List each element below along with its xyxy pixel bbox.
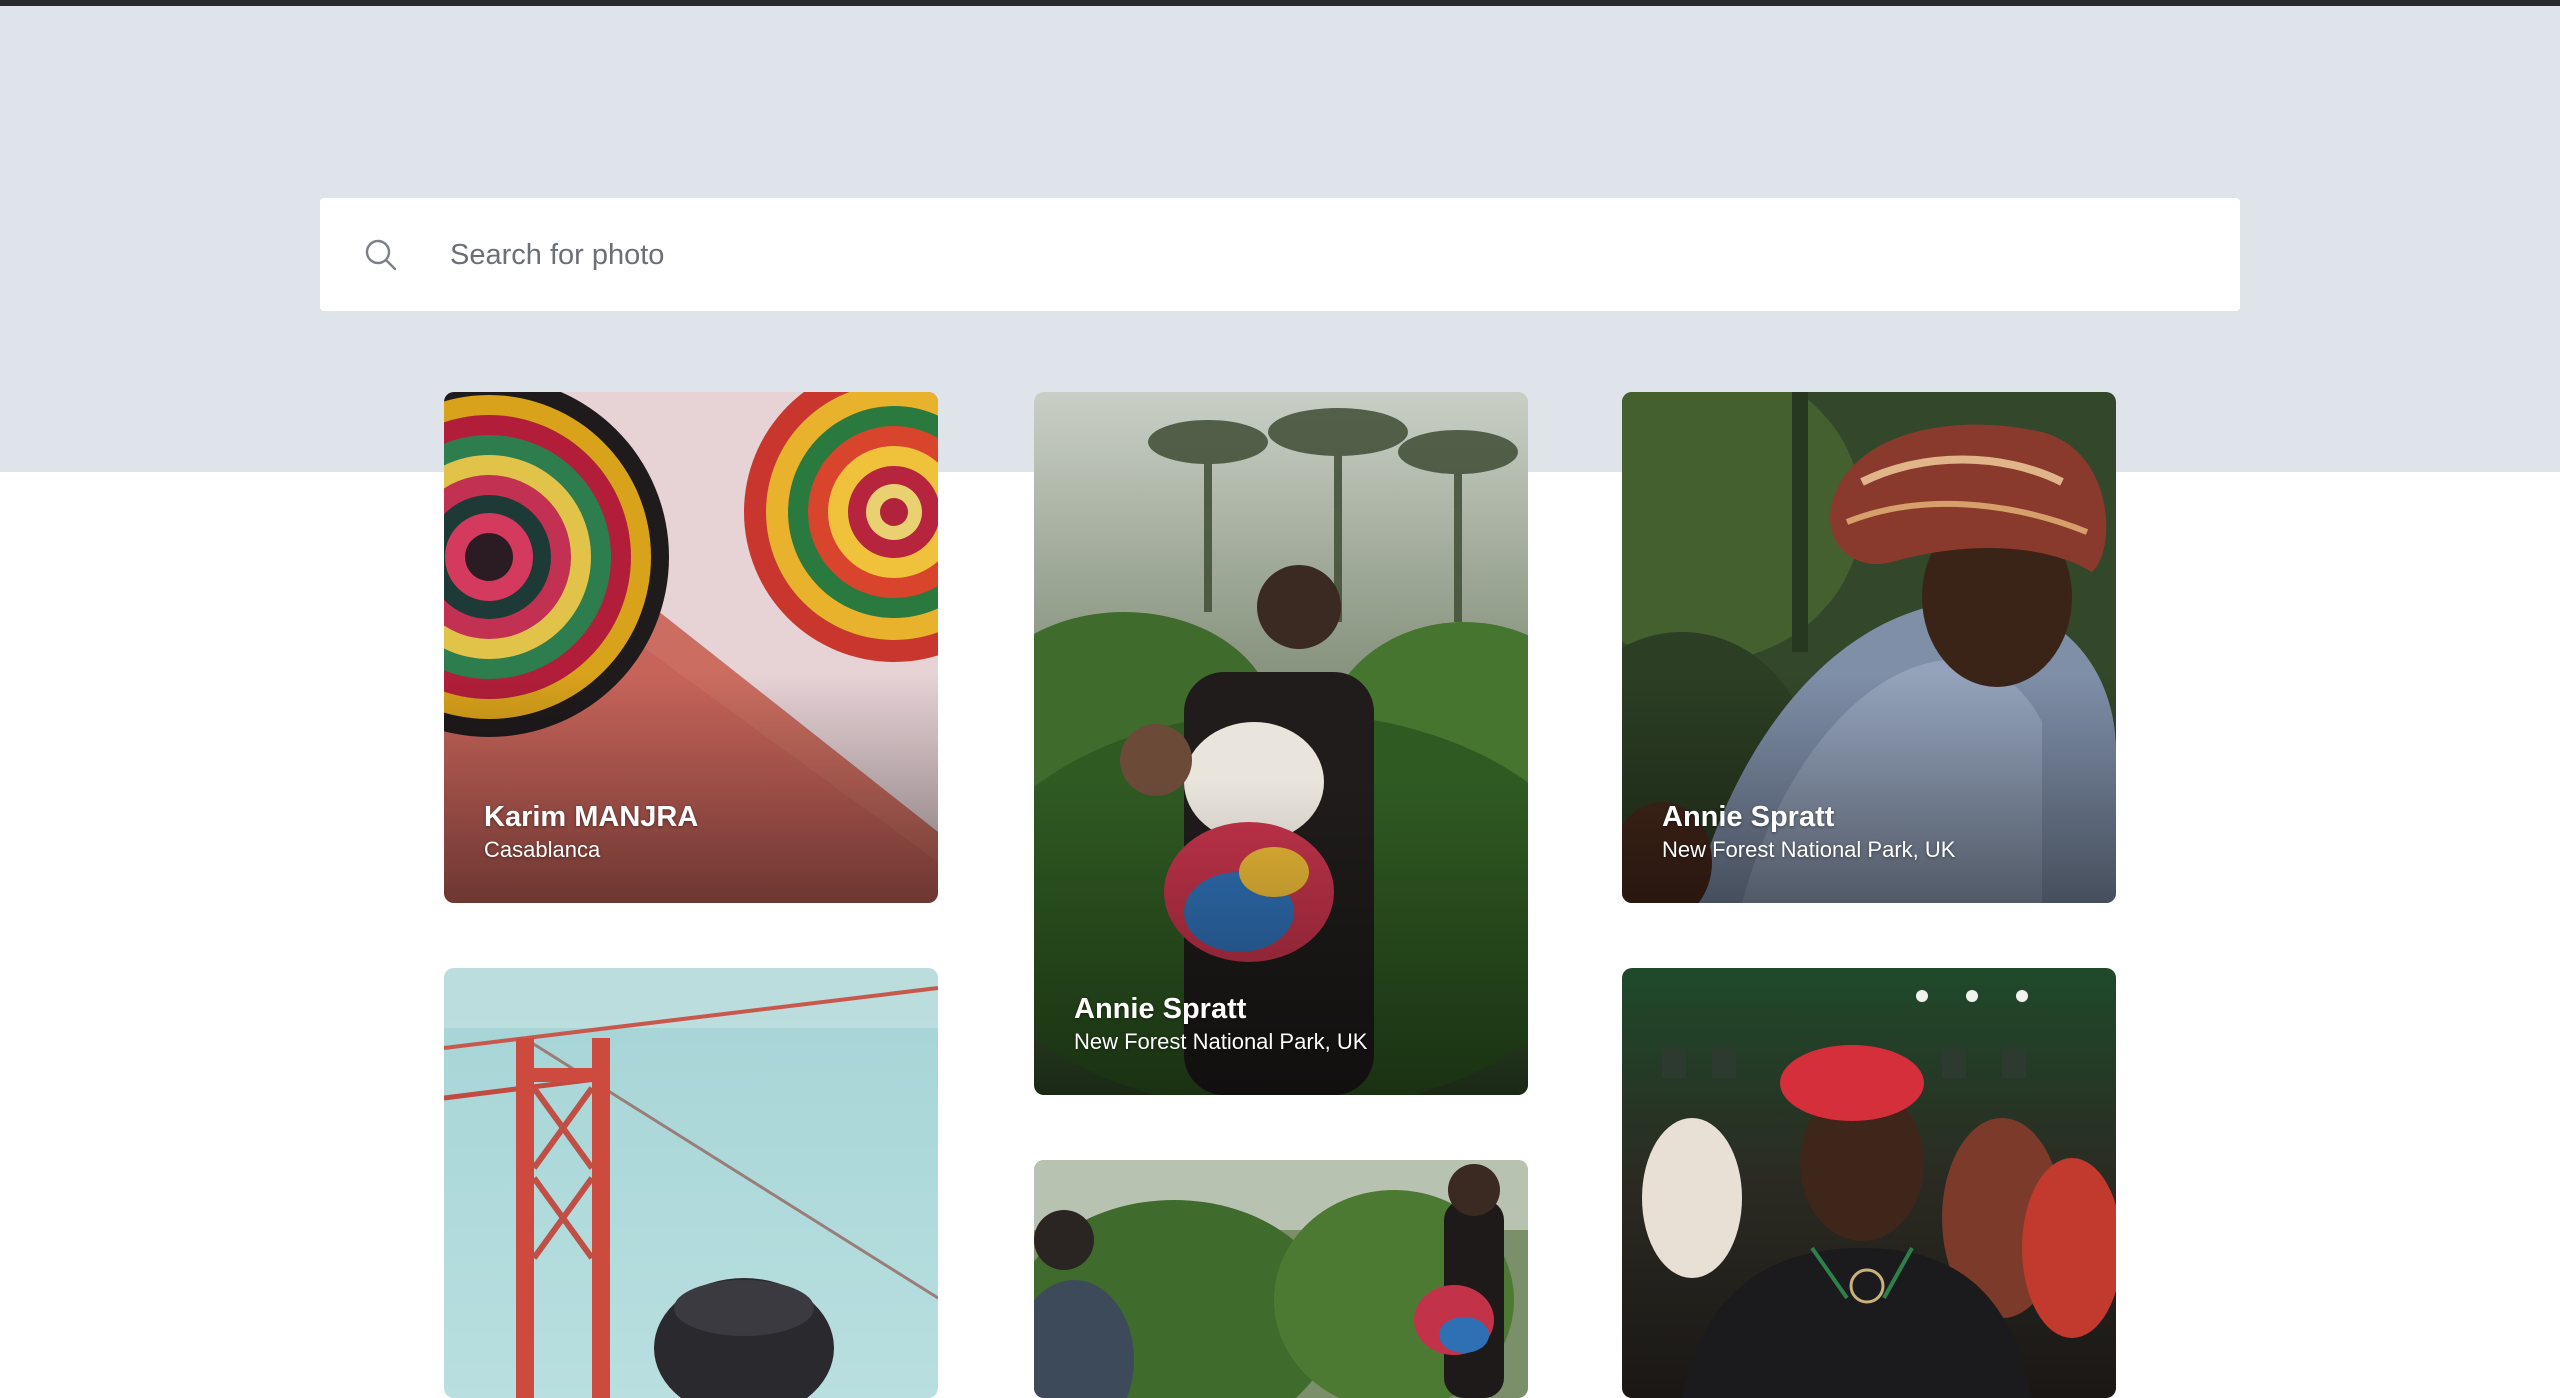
photo-location: New Forest National Park, UK: [1662, 837, 1956, 862]
search-bar[interactable]: [320, 198, 2240, 313]
photo-card[interactable]: Annie Spratt New Forest National Park, U…: [1034, 392, 1528, 1095]
photographer-name: Annie Spratt: [1074, 993, 1247, 1025]
photo-card[interactable]: Annie Spratt New Forest National Park, U…: [1622, 392, 2116, 903]
photo-card[interactable]: Karim MANJRA Casablanca: [444, 392, 938, 903]
caption-gradient: [1622, 673, 2116, 903]
search-input[interactable]: [448, 198, 2212, 313]
photo-image: [1034, 1160, 1528, 1398]
photo-card[interactable]: [1622, 968, 2116, 1398]
search-icon[interactable]: [364, 238, 398, 272]
photo-card[interactable]: [444, 968, 938, 1398]
photo-caption: Annie Spratt New Forest National Park, U…: [1662, 799, 1955, 865]
photo-caption: Karim MANJRA Casablanca: [484, 799, 698, 865]
photo-location: Casablanca: [484, 837, 601, 862]
photographer-name: Annie Spratt: [1662, 801, 1835, 833]
photo-location: New Forest National Park, UK: [1074, 1029, 1368, 1054]
caption-gradient: [444, 673, 938, 903]
photo-caption: Annie Spratt New Forest National Park, U…: [1074, 991, 1367, 1057]
photographer-name: Karim MANJRA: [484, 801, 699, 833]
photo-card[interactable]: [1034, 1160, 1528, 1398]
photo-image: [1622, 968, 2116, 1398]
photo-image: [444, 968, 938, 1398]
